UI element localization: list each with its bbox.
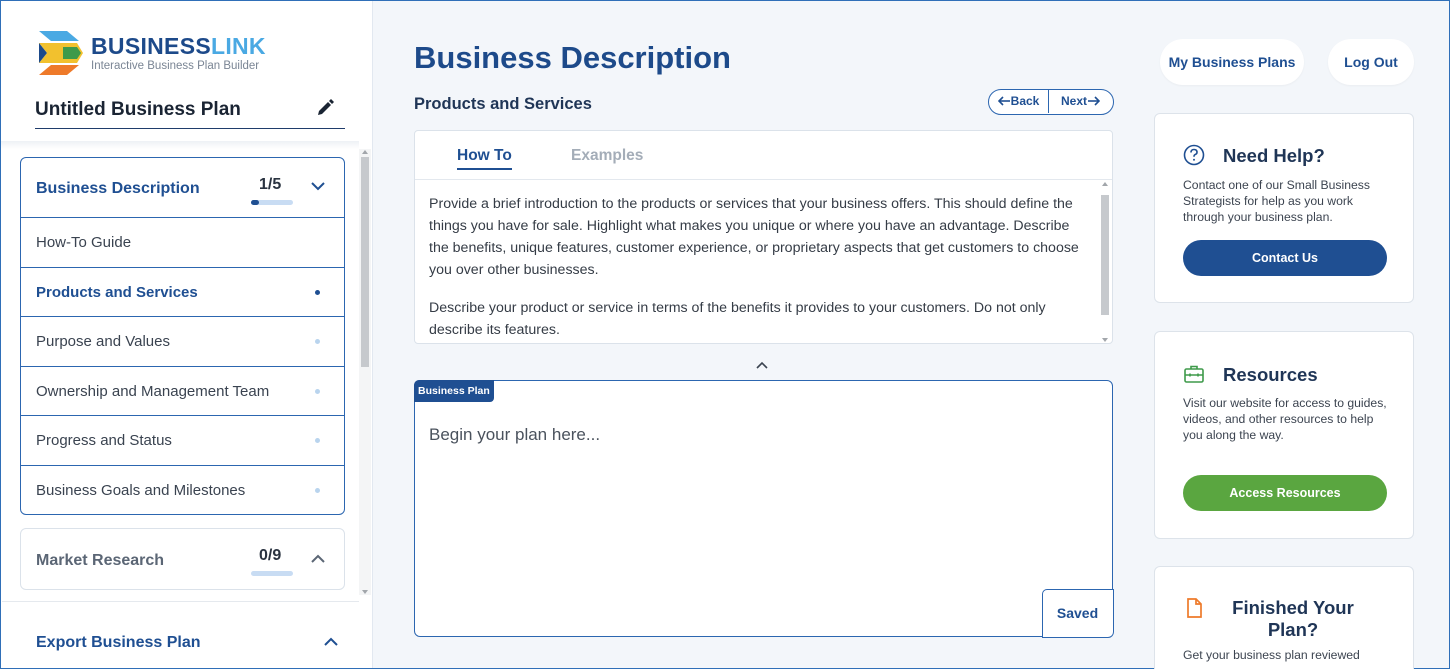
scrollbar-thumb[interactable]	[1101, 195, 1109, 315]
plan-name-row: Untitled Business Plan	[35, 95, 345, 129]
how-to-scrollbar[interactable]	[1100, 181, 1110, 343]
help-card-title: Need Help?	[1223, 145, 1325, 166]
scroll-down-icon[interactable]	[1102, 338, 1108, 342]
chevron-up-icon[interactable]	[310, 553, 326, 565]
next-label: Next	[1060, 94, 1087, 108]
help-card: Need Help? Contact one of our Small Busi…	[1154, 113, 1414, 303]
brand-name: BUSINESSLINK	[91, 33, 266, 59]
section-header[interactable]: Business Description 1/5	[21, 158, 344, 218]
status-dot	[315, 438, 320, 443]
pager: Back Next	[988, 89, 1114, 115]
section-progress-count: 0/9	[259, 547, 282, 564]
sidebar: BUSINESSLINK Interactive Business Plan B…	[1, 1, 373, 668]
finished-plan-card: Finished Your Plan? Get your business pl…	[1154, 566, 1414, 669]
sidebar-item-ownership-and-management-team[interactable]: Ownership and Management Team	[21, 367, 344, 416]
sidebar-item-label: Ownership and Management Team	[36, 382, 270, 400]
section-title: Business Description	[36, 180, 200, 197]
sidebar-item-label: Purpose and Values	[36, 333, 170, 350]
editor-tag: Business Plan	[414, 380, 494, 402]
contact-us-button[interactable]: Contact Us	[1183, 240, 1387, 276]
sidebar-item-label: Progress and Status	[36, 432, 172, 449]
sidebar-item-purpose-and-values[interactable]: Purpose and Values	[21, 317, 344, 367]
how-to-panel: How To Examples Provide a brief introduc…	[414, 130, 1113, 344]
section-progress-bar	[251, 200, 293, 205]
section-business-description: Business Description 1/5 How-To Guide Pr…	[20, 157, 345, 515]
my-business-plans-button[interactable]: My Business Plans	[1160, 39, 1304, 85]
pencil-icon[interactable]	[315, 97, 335, 117]
how-to-text: Provide a brief introduction to the prod…	[429, 193, 1089, 357]
section-progress-bar	[251, 571, 293, 576]
sidebar-scrollbar[interactable]	[359, 149, 371, 595]
section-header[interactable]: Market Research 0/9	[21, 529, 344, 589]
resources-card-text: Visit our website for access to guides, …	[1183, 396, 1387, 442]
status-dot	[315, 487, 320, 493]
arrow-right-icon	[1088, 96, 1101, 106]
back-button[interactable]: Back	[989, 90, 1049, 113]
sidebar-item-how-to-guide[interactable]: How-To Guide	[21, 218, 344, 268]
scroll-up-icon[interactable]	[362, 150, 368, 154]
logo-mark-icon	[39, 31, 83, 75]
brand-tagline: Interactive Business Plan Builder	[91, 60, 260, 72]
scroll-down-icon[interactable]	[362, 590, 368, 594]
export-label: Export Business Plan	[36, 634, 201, 651]
finished-card-text: Get your business plan reviewed	[1183, 648, 1360, 662]
back-label: Back	[1010, 94, 1040, 108]
toolbox-icon	[1184, 365, 1204, 383]
brand-logo[interactable]: BUSINESSLINK Interactive Business Plan B…	[37, 27, 297, 79]
section-market-research: Market Research 0/9	[20, 528, 345, 590]
tab-examples[interactable]: Examples	[571, 147, 643, 165]
sidebar-item-business-goals-and-milestones[interactable]: Business Goals and Milestones	[21, 466, 344, 515]
export-business-plan[interactable]: Export Business Plan	[2, 601, 359, 668]
finished-card-title: Finished Your Plan?	[1232, 597, 1354, 640]
status-dot	[315, 339, 320, 344]
page-title: Business Description	[414, 40, 731, 75]
tab-how-to[interactable]: How To	[457, 147, 512, 170]
help-card-text: Contact one of our Small Business Strate…	[1183, 178, 1370, 224]
section-title: Market Research	[36, 552, 165, 569]
sidebar-item-products-and-services[interactable]: Products and Services	[21, 268, 344, 317]
section-progress-count: 1/5	[259, 176, 282, 193]
section-subtitle: Products and Services	[414, 95, 592, 113]
resources-card-title: Resources	[1223, 364, 1318, 385]
arrow-left-icon	[997, 96, 1010, 106]
chevron-down-icon[interactable]	[310, 180, 326, 192]
chevron-up-icon[interactable]	[323, 636, 339, 648]
scrollbar-thumb[interactable]	[361, 157, 369, 367]
document-icon	[1187, 598, 1202, 618]
sidebar-divider	[1, 141, 359, 149]
sidebar-item-progress-and-status[interactable]: Progress and Status	[21, 416, 344, 466]
scroll-up-icon[interactable]	[1102, 182, 1108, 186]
resources-card: Resources Visit our website for access t…	[1154, 331, 1414, 539]
how-to-paragraph: Describe your product or service in term…	[429, 300, 1046, 338]
section-progress-fill	[251, 200, 260, 205]
question-circle-icon	[1183, 144, 1205, 166]
status-dot	[315, 289, 320, 295]
status-dot	[315, 388, 320, 394]
log-out-button[interactable]: Log Out	[1328, 39, 1414, 85]
sidebar-item-label: How-To Guide	[36, 234, 132, 251]
plan-name: Untitled Business Plan	[35, 99, 241, 120]
sidebar-item-label: Products and Services	[36, 283, 198, 301]
access-resources-button[interactable]: Access Resources	[1183, 475, 1387, 511]
how-to-paragraph: Provide a brief introduction to the prod…	[429, 196, 1079, 278]
tab-divider	[415, 179, 1112, 180]
business-plan-textarea[interactable]	[429, 425, 1089, 575]
sidebar-item-label: Business Goals and Milestones	[36, 481, 246, 499]
next-button[interactable]: Next	[1049, 90, 1112, 113]
collapse-caret-icon[interactable]	[755, 360, 769, 370]
business-plan-editor: Business Plan Saved	[414, 380, 1114, 638]
saved-status-button[interactable]: Saved	[1041, 588, 1114, 638]
